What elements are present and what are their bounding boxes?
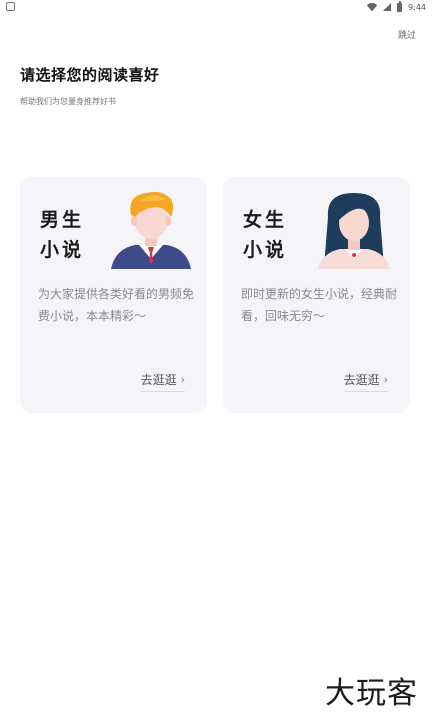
card-description: 为大家提供各类好看的男频免费小说，本本精彩～ <box>38 287 195 323</box>
notification-icon <box>6 2 15 11</box>
male-avatar-illustration <box>111 191 191 269</box>
browse-link[interactable]: 去逛逛 › <box>140 371 185 392</box>
skip-button[interactable]: 跳过 <box>398 28 416 41</box>
card-title: 男生 小说 <box>40 205 100 265</box>
page-subtitle: 帮助我们为您量身推荐好书 <box>20 97 116 106</box>
wifi-icon <box>367 3 377 11</box>
watermark-logo: 大玩客 <box>325 676 418 711</box>
female-novel-card[interactable]: 女生 小说 即时更新的女生小说，经典耐看，回味无穷～ 去逛逛 › <box>223 177 410 413</box>
signal-icon <box>383 3 392 11</box>
status-time: 9:44 <box>408 2 426 12</box>
card-title-line2: 小说 <box>243 239 288 261</box>
status-bar: 9:44 <box>0 0 432 14</box>
card-description: 即时更新的女生小说，经典耐看，回味无穷～ <box>241 287 398 323</box>
page-title: 请选择您的阅读喜好 <box>20 66 160 84</box>
card-title-line1: 男生 <box>40 209 85 231</box>
browse-link[interactable]: 去逛逛 › <box>343 371 388 392</box>
card-title-line2: 小说 <box>40 239 85 261</box>
chevron-right-icon: › <box>180 373 185 386</box>
card-title-line1: 女生 <box>243 209 288 231</box>
male-novel-card[interactable]: 男生 小说 为大家提供各类好看的男频免费小说，本本精彩～ 去逛逛 › <box>20 177 207 413</box>
chevron-right-icon: › <box>383 373 388 386</box>
female-avatar-illustration <box>318 193 390 269</box>
battery-icon <box>397 1 403 12</box>
browse-link-label: 去逛逛 <box>140 373 177 387</box>
status-indicators: 9:44 <box>367 1 426 13</box>
browse-link-label: 去逛逛 <box>343 373 380 387</box>
card-title: 女生 小说 <box>243 205 303 265</box>
